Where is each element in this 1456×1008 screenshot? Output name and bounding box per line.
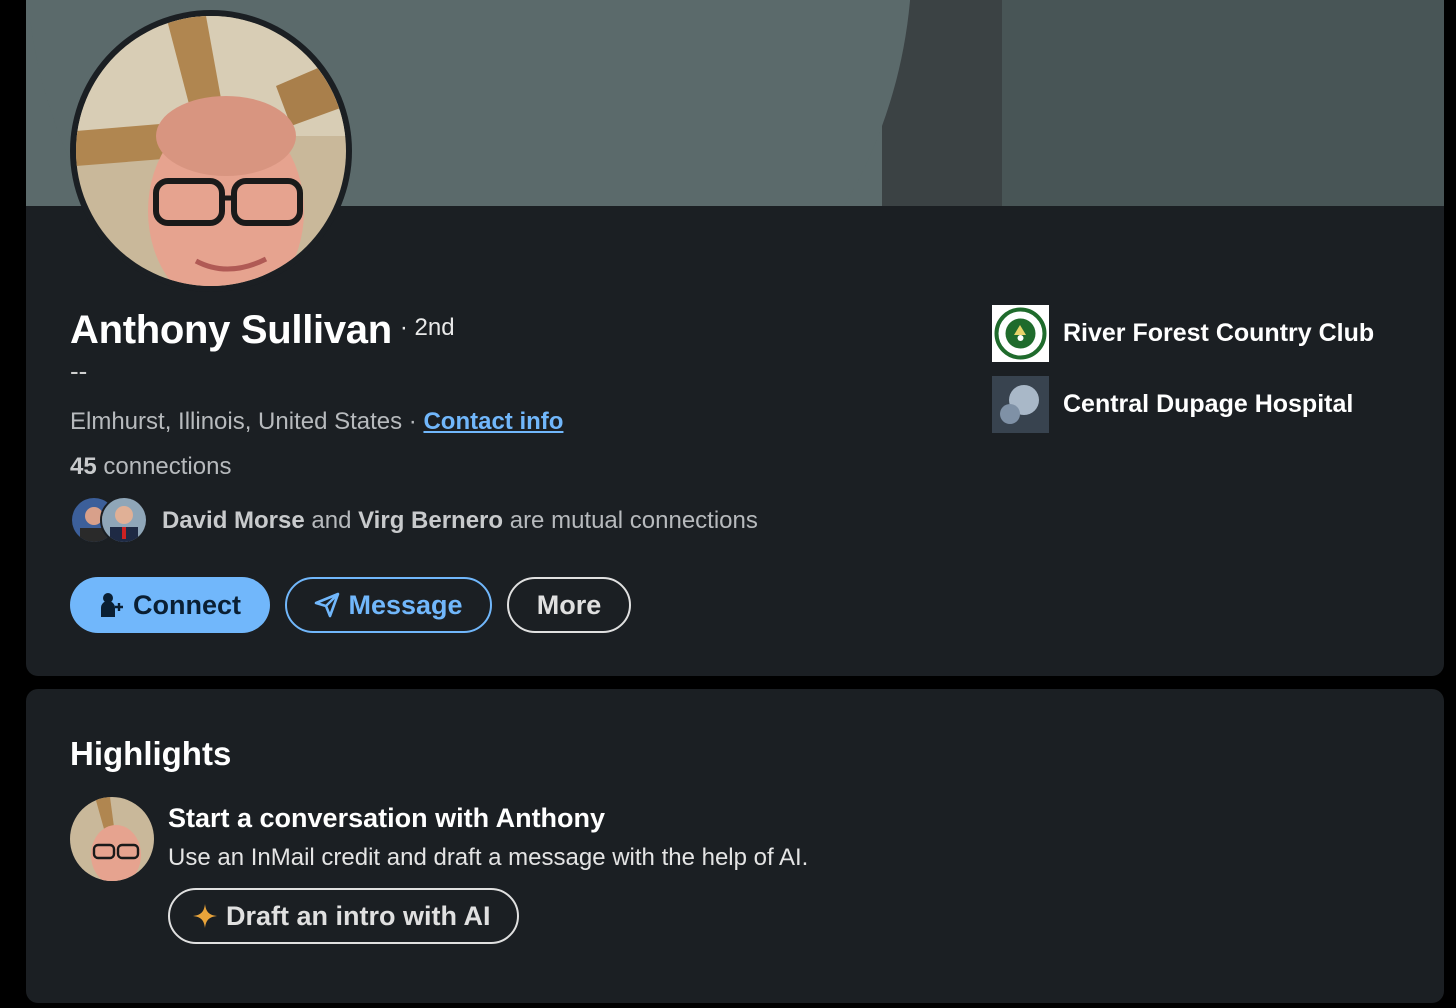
avatar bbox=[70, 797, 154, 881]
draft-intro-label: Draft an intro with AI bbox=[226, 900, 491, 931]
more-button[interactable]: More bbox=[507, 577, 631, 633]
mutual-text: David Morse and Virg Bernero are mutual … bbox=[162, 507, 758, 535]
add-person-icon bbox=[99, 592, 125, 618]
profile-photo-image bbox=[76, 16, 346, 286]
connection-degree: · 2nd bbox=[399, 314, 455, 341]
mutual-avatars bbox=[70, 496, 150, 546]
profile-name: Anthony Sullivan bbox=[70, 308, 392, 352]
profile-headline: -- bbox=[70, 356, 88, 386]
mutual-suffix: are mutual connections bbox=[503, 507, 758, 534]
mutual-and: and bbox=[304, 507, 359, 534]
mutual-name-1[interactable]: David Morse bbox=[162, 507, 305, 534]
connections-count[interactable]: 45 connections bbox=[70, 453, 231, 481]
separator: · bbox=[402, 408, 424, 435]
experience-education-list: River Forest Country Club Central Dupage… bbox=[992, 304, 1374, 446]
placeholder-company-icon bbox=[992, 375, 1049, 433]
contact-info-link[interactable]: Contact info bbox=[423, 408, 563, 435]
highlights-title: Highlights bbox=[70, 735, 232, 772]
profile-photo[interactable] bbox=[70, 10, 352, 292]
highlight-heading: Start a conversation with Anthony bbox=[168, 803, 606, 833]
message-button[interactable]: Message bbox=[285, 577, 492, 633]
mutual-connections[interactable]: David Morse and Virg Bernero are mutual … bbox=[70, 496, 758, 546]
highlight-subtext: Use an InMail credit and draft a message… bbox=[168, 844, 809, 871]
club-logo-icon bbox=[992, 304, 1049, 362]
connections-label: connections bbox=[96, 453, 232, 480]
org-item-central-dupage[interactable]: Central Dupage Hospital bbox=[992, 375, 1374, 433]
more-label: More bbox=[536, 589, 602, 620]
profile-actions: Connect Message More bbox=[70, 577, 631, 633]
org-item-river-forest[interactable]: River Forest Country Club bbox=[992, 304, 1374, 362]
send-icon bbox=[314, 592, 340, 618]
connect-button[interactable]: Connect bbox=[70, 577, 270, 633]
org-name: River Forest Country Club bbox=[1063, 318, 1375, 347]
org-name: Central Dupage Hospital bbox=[1063, 389, 1354, 418]
location-row: Elmhurst, Illinois, United States · Cont… bbox=[70, 408, 563, 436]
highlights-card: Highlights Start a conversation with Ant… bbox=[26, 689, 1444, 1003]
mutual-name-2[interactable]: Virg Bernero bbox=[358, 507, 503, 534]
connect-label: Connect bbox=[133, 589, 241, 620]
draft-intro-ai-button[interactable]: Draft an intro with AI bbox=[168, 888, 519, 944]
sparkle-icon bbox=[192, 903, 218, 929]
profile-location: Elmhurst, Illinois, United States bbox=[70, 408, 403, 435]
connections-number: 45 bbox=[70, 453, 97, 480]
profile-card: Anthony Sullivan · 2nd -- Elmhurst, Illi… bbox=[26, 0, 1444, 676]
avatar bbox=[100, 496, 148, 544]
message-label: Message bbox=[348, 589, 463, 620]
